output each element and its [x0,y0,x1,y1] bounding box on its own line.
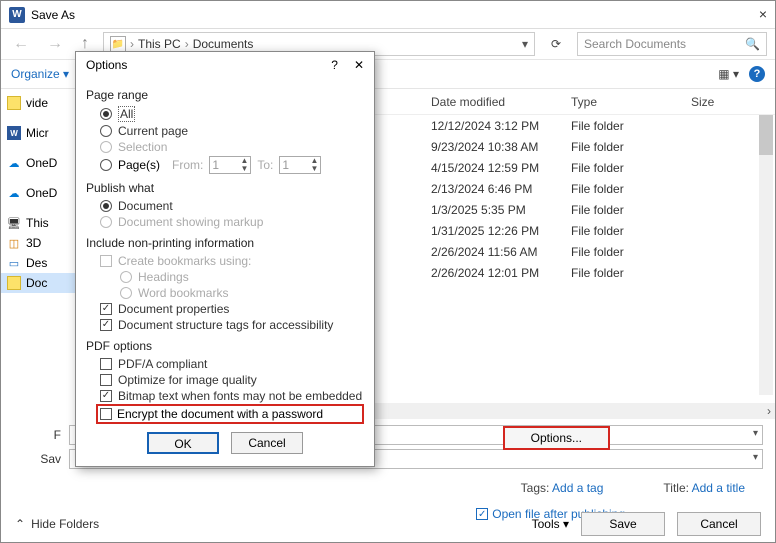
help-icon[interactable]: ? [331,58,338,72]
radio-icon [120,271,132,283]
scrollbar-v[interactable] [759,115,773,395]
checkbox-icon: ✓ [100,303,112,315]
help-icon[interactable]: ? [749,66,765,82]
ok-button[interactable]: OK [147,432,219,454]
path-segment-docs[interactable]: Documents [193,37,254,51]
checkbox-icon [100,374,112,386]
chevron-down-icon: ▾ [563,517,569,531]
section-pdf-options: PDF options [86,339,364,353]
radio-icon [100,125,112,137]
save-button[interactable]: Save [581,512,665,536]
check-bitmap-text[interactable]: ✓Bitmap text when fonts may not be embed… [86,388,364,404]
cancel-button[interactable]: Cancel [231,432,303,454]
to-label: To: [257,158,273,172]
radio-icon [100,141,112,153]
checkbox-icon [100,255,112,267]
radio-icon [100,200,112,212]
check-pdfa[interactable]: PDF/A compliant [86,356,364,372]
title-link[interactable]: Add a title [692,481,745,495]
filename-label: F [13,428,61,442]
refresh-icon[interactable]: ⟳ [545,33,567,55]
checkbox-icon [100,358,112,370]
scroll-thumb[interactable] [759,115,773,155]
organize-button[interactable]: Organize ▾ [11,67,69,81]
meta-row: Tags: Add a tag Title: Add a title [1,475,775,501]
dialog-title: Options [86,58,127,72]
word-icon: W [7,126,21,140]
chevron-down-icon[interactable]: ▾ [753,452,758,463]
path-sep: › [130,37,134,51]
check-encrypt-highlight: Encrypt the document with a password [96,404,364,424]
section-page-range: Page range [86,88,364,102]
section-publish-what: Publish what [86,181,364,195]
spin-icon[interactable]: ▲▼ [240,157,248,173]
path-sep: › [185,37,189,51]
check-doc-props[interactable]: ✓Document properties [86,301,364,317]
spin-icon[interactable]: ▲▼ [310,157,318,173]
radio-icon [120,287,132,299]
forward-icon[interactable]: → [43,35,67,53]
footer: ⌃ Hide Folders Tools ▾ Save Cancel [1,512,775,536]
radio-pages[interactable]: Page(s) From: 1▲▼ To: 1▲▼ [86,155,364,175]
radio-headings: Headings [86,269,364,285]
tools-menu[interactable]: Tools ▾ [532,517,569,531]
title-bar: W Save As × [1,1,775,29]
check-optimize-image[interactable]: Optimize for image quality [86,372,364,388]
check-bookmarks: Create bookmarks using: [86,253,364,269]
close-icon[interactable]: ✕ [354,58,364,72]
folder-icon: 📁 [110,36,126,52]
desktop-icon: ▭ [7,256,21,270]
title-label: Title: [663,481,689,495]
hide-folders-button[interactable]: Hide Folders [31,517,99,531]
close-icon[interactable]: × [759,6,767,22]
chevron-up-icon[interactable]: ⌃ [15,517,25,531]
search-placeholder: Search Documents [584,37,686,51]
col-date[interactable]: Date modified [431,95,571,109]
section-include-np: Include non-printing information [86,236,364,250]
check-encrypt[interactable]: Encrypt the document with a password [117,407,323,421]
radio-selection: Selection [86,139,364,155]
scroll-right-icon[interactable]: › [767,404,771,418]
word-icon: W [9,7,25,23]
back-icon[interactable]: ← [9,35,33,53]
to-input[interactable]: 1▲▼ [279,156,321,174]
options-button[interactable]: Options... [503,426,610,450]
options-dialog: Options ? ✕ Page range All Current page … [75,51,375,467]
radio-all[interactable]: All [86,105,364,123]
onedrive-icon: ☁ [7,186,21,200]
checkbox-icon: ✓ [100,390,112,402]
checkbox-icon: ✓ [100,319,112,331]
radio-icon [100,216,112,228]
cancel-button[interactable]: Cancel [677,512,761,536]
radio-document[interactable]: Document [86,198,364,214]
path-chevron-icon[interactable]: ▾ [522,37,528,51]
path-segment-pc[interactable]: This PC [138,37,181,51]
from-label: From: [172,158,203,172]
window-title: Save As [31,8,75,22]
tags-label: Tags: [521,481,550,495]
onedrive-icon: ☁ [7,156,21,170]
view-icon[interactable]: ▦ ▾ [718,67,739,81]
radio-doc-markup: Document showing markup [86,214,364,230]
checkbox-icon[interactable] [100,408,112,420]
radio-current-page[interactable]: Current page [86,123,364,139]
from-input[interactable]: 1▲▼ [209,156,251,174]
search-input[interactable]: Search Documents 🔍 [577,32,767,56]
search-icon: 🔍 [745,37,760,51]
pc-icon: 🖥 [7,216,21,230]
radio-icon [100,159,112,171]
cube-icon: ◫ [7,236,21,250]
radio-word-bookmarks: Word bookmarks [86,285,364,301]
savetype-label: Sav [13,452,61,466]
tags-link[interactable]: Add a tag [552,481,603,495]
folder-icon [7,96,21,110]
check-doc-struct[interactable]: ✓Document structure tags for accessibili… [86,317,364,333]
col-type[interactable]: Type [571,95,691,109]
dialog-titlebar: Options ? ✕ [76,52,374,78]
folder-icon [7,276,21,290]
chevron-down-icon[interactable]: ▾ [753,428,758,439]
col-size[interactable]: Size [691,95,775,109]
radio-icon [100,108,112,120]
